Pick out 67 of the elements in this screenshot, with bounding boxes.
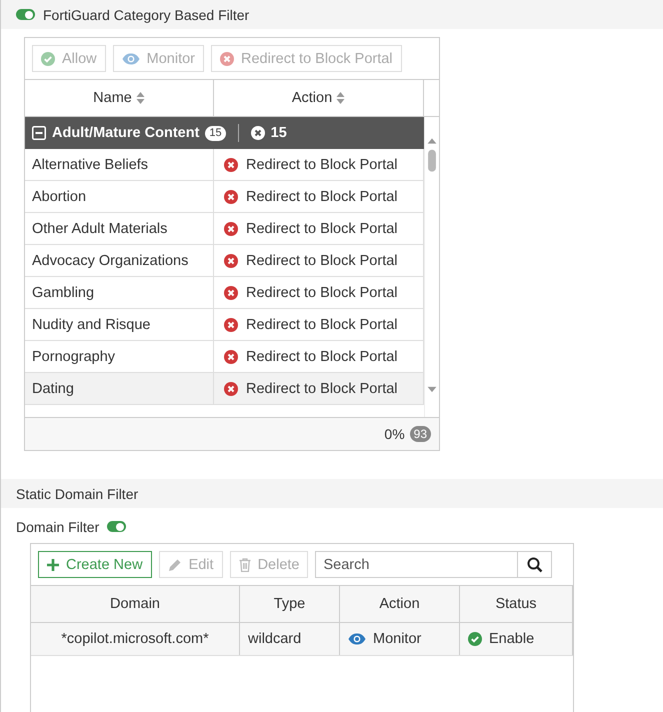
action-cell: Monitor [340,623,460,655]
group-row[interactable]: Adult/Mature Content 15 15 [25,117,424,149]
search-icon[interactable] [518,551,552,578]
column-header[interactable]: Status [460,586,573,622]
x-circle-icon [224,158,238,172]
name-cell: Alternative Beliefs [25,149,214,180]
type-cell: wildcard [240,623,340,655]
name-cell: Pornography [25,341,214,372]
domain-filter-label: Domain Filter [16,518,100,534]
column-header[interactable]: Action [214,80,424,116]
category-row[interactable]: Other Adult Materials Redirect to Block Portal [25,213,424,245]
category-row[interactable]: Abortion Redirect to Block Portal [25,181,424,213]
name-cell: Other Adult Materials [25,213,214,244]
eye-icon [122,52,140,64]
x-circle-icon [224,286,238,300]
x-circle-icon [224,254,238,268]
name-cell: Abortion [25,181,214,212]
percent-text: 0% [384,426,405,442]
x-circle-icon [224,350,238,364]
column-header[interactable]: Type [240,586,340,622]
search-field[interactable]: Search [315,551,518,578]
name-cell: Nudity and Risque [25,309,214,340]
toggle-switch[interactable] [107,521,126,532]
action-cell: Redirect to Block Portal [214,181,424,212]
eye-icon [348,633,366,645]
trash-icon [238,558,251,572]
total-badge: 93 [410,426,431,442]
action-cell: Redirect to Block Portal [214,309,424,340]
category-row[interactable]: Advocacy Organizations Redirect to Block Portal [25,245,424,277]
action-cell: Redirect to Block Portal [214,245,424,276]
action-cell: Redirect to Block Portal [214,213,424,244]
name-cell: Dating [25,373,214,404]
check-circle-icon [468,632,482,646]
category-row[interactable]: Gambling Redirect to Block Portal [25,277,424,309]
count-badge: 15 [205,126,226,140]
check-circle-icon [41,52,55,66]
x-circle-icon [224,318,238,332]
section-title: Static Domain Filter [16,486,138,502]
pencil-icon [168,558,182,572]
column-header[interactable]: Name [25,80,214,116]
x-circle-icon [220,52,234,66]
column-header[interactable]: Action [340,586,460,622]
action-cell: Redirect to Block Portal [214,341,424,372]
x-circle-icon [250,126,265,140]
toggle-switch[interactable] [16,9,35,20]
action-cell: Redirect to Block Portal [214,373,424,404]
domain-cell: *copilot.microsoft.com* [31,623,240,655]
category-row[interactable]: Alternative Beliefs Redirect to Block Portal [25,149,424,181]
action-count: 15 [270,125,287,141]
plus-icon [47,558,59,570]
x-circle-icon [224,382,238,396]
column-header[interactable]: Domain [31,586,240,622]
domain-row[interactable]: *copilot.microsoft.com* wildcard Monitor Enable [31,623,573,656]
x-circle-icon [224,222,238,236]
category-row[interactable]: Dating Redirect to Block Portal [25,373,424,405]
collapse-icon[interactable] [32,126,46,140]
create-button[interactable]: Create New [38,551,152,578]
action-cell: Redirect to Block Portal [214,149,424,180]
action-cell: Redirect to Block Portal [214,277,424,308]
scrollbar[interactable] [424,117,439,417]
group-name: Adult/Mature Content [52,125,200,141]
category-row[interactable]: Nudity and Risque Redirect to Block Portal [25,309,424,341]
x-circle-icon [224,190,238,204]
section-title: FortiGuard Category Based Filter [43,6,250,22]
status-cell: Enable [460,623,573,655]
name-cell: Advocacy Organizations [25,245,214,276]
name-cell: Gambling [25,277,214,308]
